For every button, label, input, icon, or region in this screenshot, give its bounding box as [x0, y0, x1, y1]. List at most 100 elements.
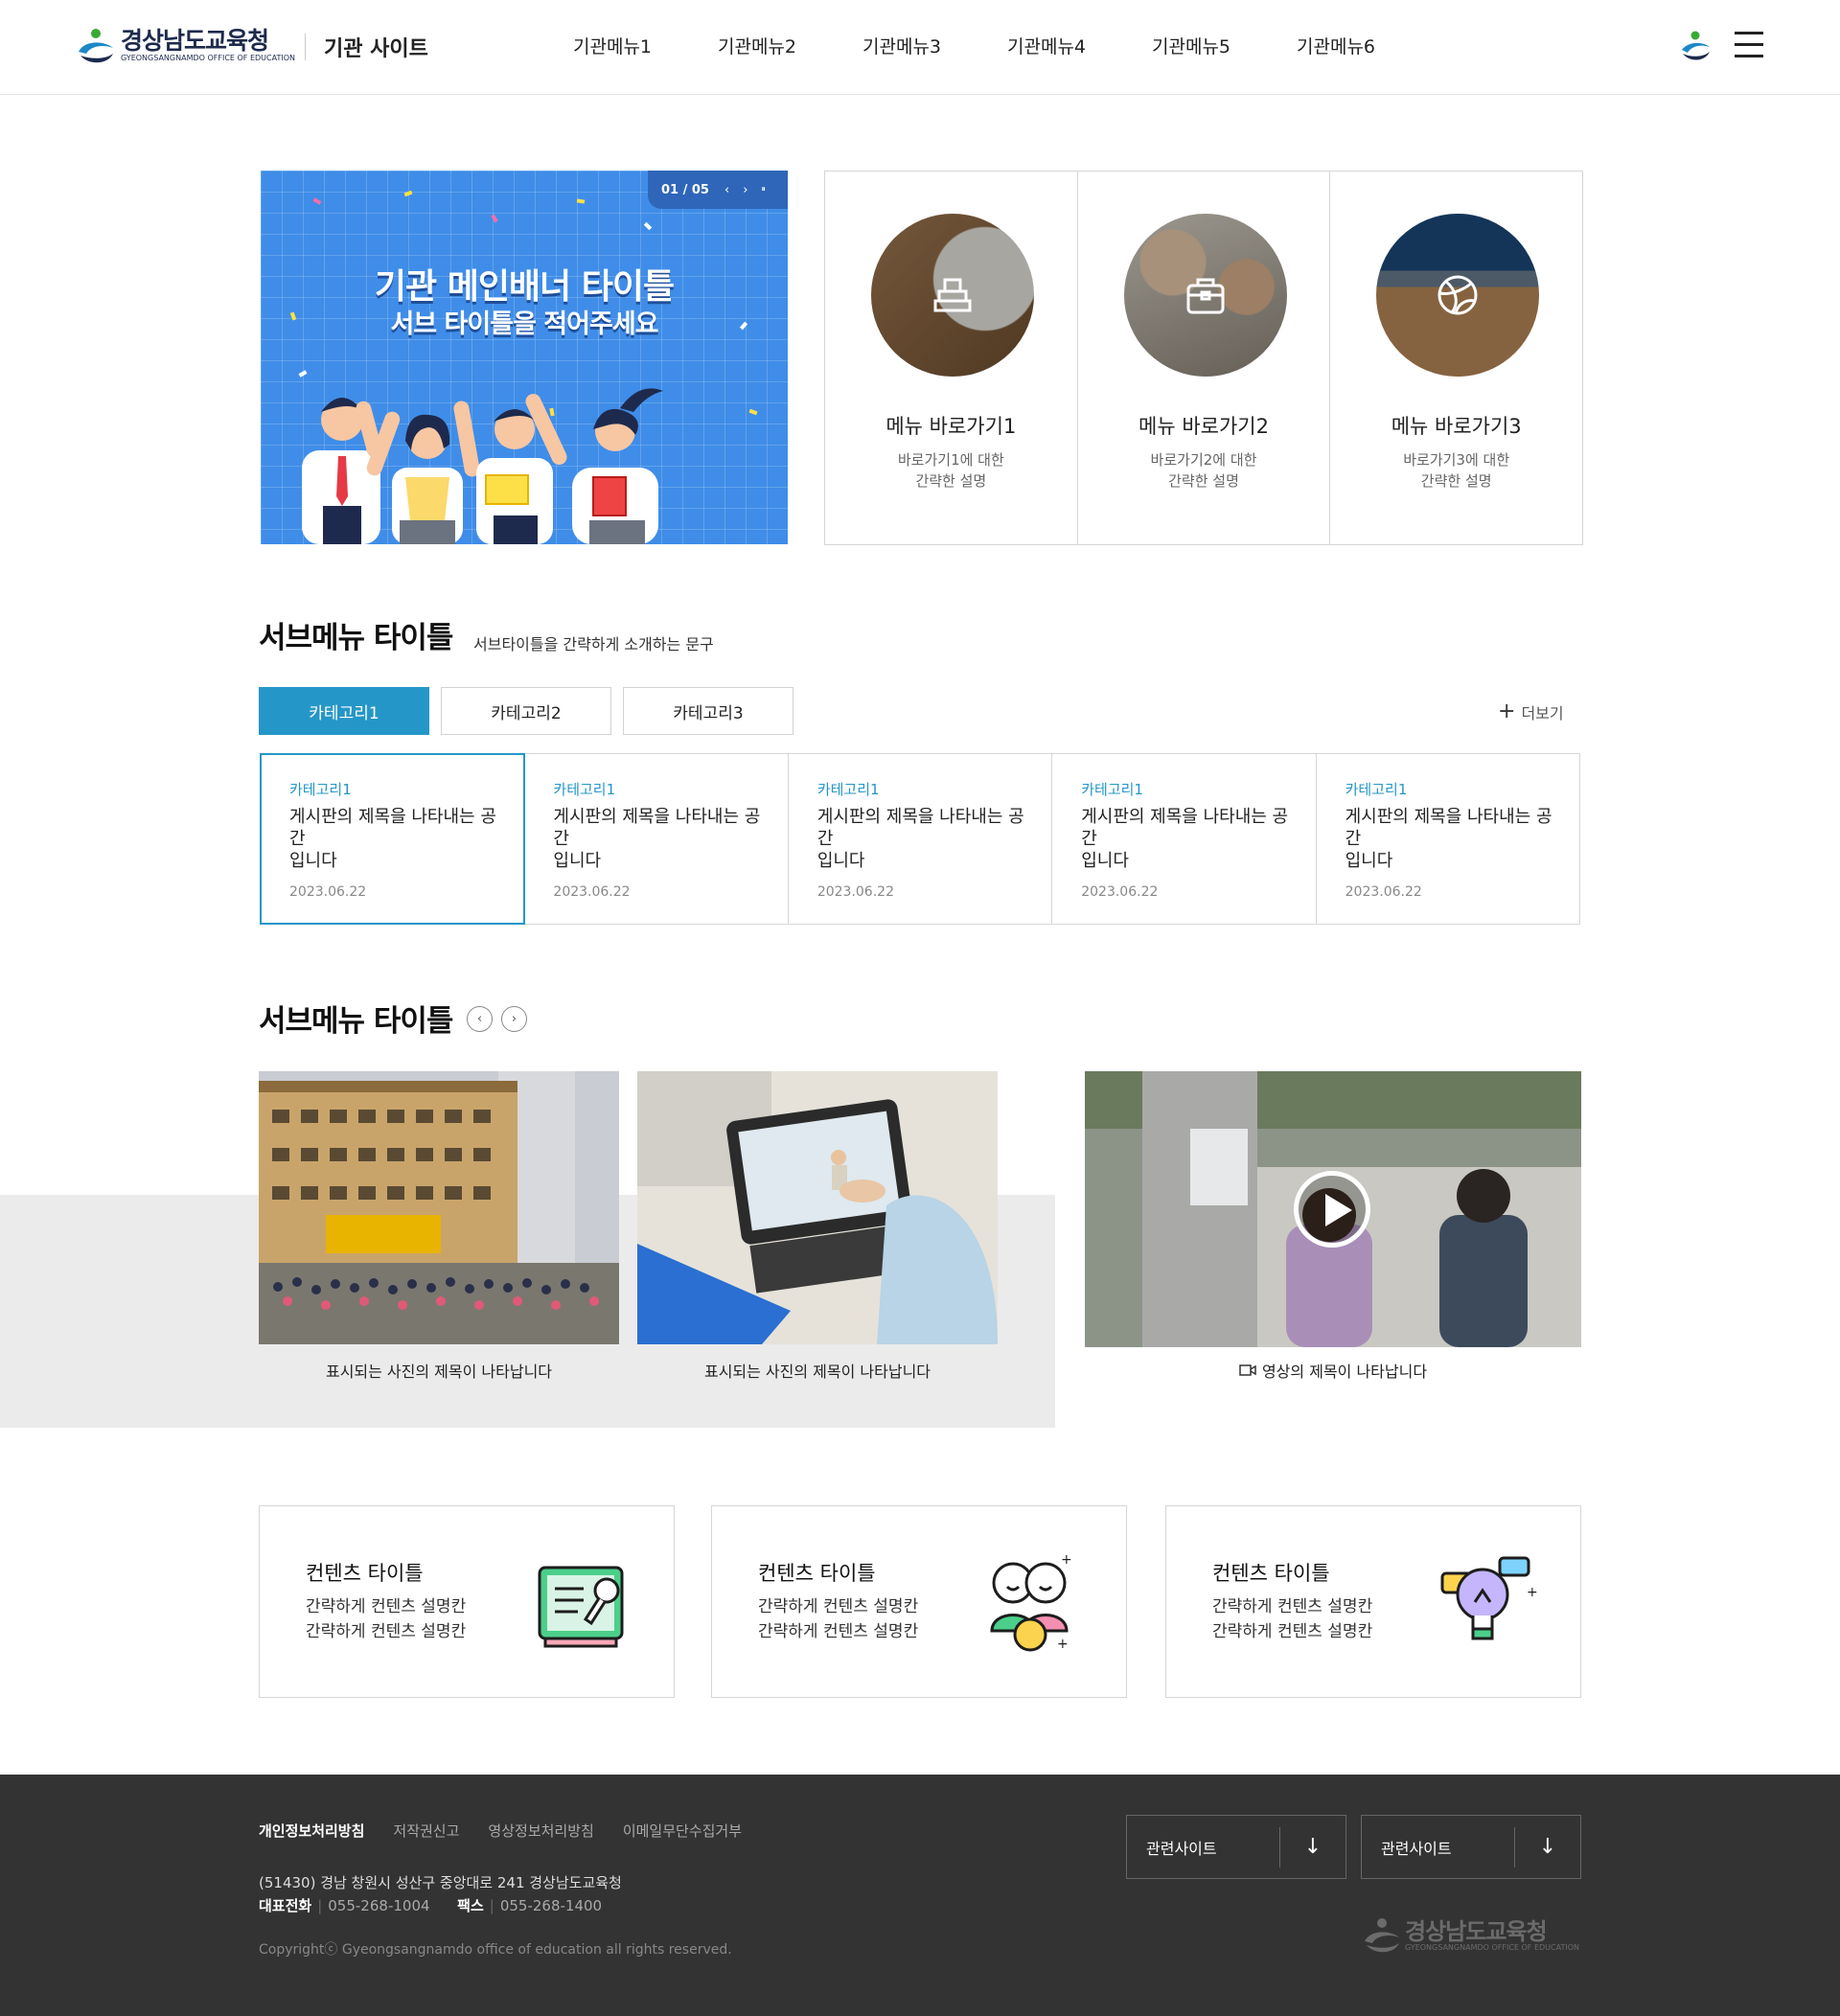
quick-menu-title: 메뉴 바로가기3 [1391, 415, 1522, 438]
lightbulb-icon: + [1440, 1556, 1538, 1640]
content-card-2[interactable]: 컨텐츠 타이틀 간략하게 컨텐츠 설명칸 간략하게 컨텐츠 설명칸 + + [711, 1505, 1127, 1698]
board-post[interactable]: 카테고리1 게시판의 제목을 나타내는 공간 입니다 2023.06.22 [789, 754, 1053, 924]
books-icon [933, 278, 972, 312]
quick-menu-item-1[interactable]: 메뉴 바로가기1 바로가기1에 대한 간략한 설명 [825, 172, 1078, 544]
copyright-report-link[interactable]: 저작권신고 [393, 1821, 459, 1841]
post-title: 게시판의 제목을 나타내는 공간 입니다 [289, 807, 496, 871]
logo-mark-icon [79, 29, 113, 63]
banner-next-icon[interactable]: › [743, 183, 748, 197]
logo[interactable]: 경상남도교육청 GYEONGSANGNAMDO OFFICE OF EDUCAT… [75, 27, 295, 65]
banner-pause-icon[interactable]: ⏸ [761, 185, 766, 195]
post-date: 2023.06.22 [1345, 884, 1422, 900]
footer-logo: 경상남도교육청 GYEONGSANGNAMDO OFFICE OF EDUCAT… [1361, 1916, 1579, 1955]
board-post[interactable]: 카테고리1 게시판의 제목을 나타내는 공간 입니다 2023.06.22 [1052, 754, 1317, 924]
play-icon[interactable] [1294, 1171, 1370, 1248]
post-title: 게시판의 제목을 나타내는 공간 입니다 [1081, 807, 1289, 871]
confetti [491, 214, 498, 223]
related-site-select-1[interactable]: 관련사이트 ↓ [1126, 1815, 1346, 1879]
tablet-learning-image [637, 1071, 998, 1344]
tel-label: 대표전화 [259, 1897, 312, 1914]
post-date: 2023.06.22 [553, 884, 631, 900]
content-card-1[interactable]: 컨텐츠 타이틀 간략하게 컨텐츠 설명칸 간략하게 컨텐츠 설명칸 [259, 1505, 675, 1698]
video-policy-link[interactable]: 영상정보처리방침 [488, 1821, 593, 1841]
site-footer: 개인정보처리방침 저작권신고 영상정보처리방침 이메일무단수집거부 (51430… [0, 1775, 1840, 2016]
main-nav: 기관메뉴1 기관메뉴2 기관메뉴3 기관메뉴4 기관메뉴5 기관메뉴6 [573, 33, 1441, 58]
office-logo-icon[interactable] [1678, 29, 1713, 63]
banner-page-indicator: 01 / 05 [661, 182, 709, 197]
email-refusal-link[interactable]: 이메일무단수집거부 [623, 1821, 742, 1841]
more-label: 더보기 [1521, 703, 1564, 722]
card-desc: 간략하게 컨텐츠 설명칸 간략하게 컨텐츠 설명칸 [306, 1597, 467, 1641]
post-category: 카테고리1 [816, 781, 880, 798]
site-header: 경상남도교육청 GYEONGSANGNAMDO OFFICE OF EDUCAT… [0, 0, 1840, 95]
footer-logo-en: GYEONGSANGNAMDO OFFICE OF EDUCATION [1405, 1942, 1579, 1952]
gallery-photo-1[interactable] [259, 1071, 619, 1344]
gallery-photo-2[interactable] [637, 1071, 998, 1344]
confetti [312, 197, 322, 205]
menu-icon[interactable] [1735, 32, 1763, 57]
site-name[interactable]: 기관 사이트 [324, 32, 428, 62]
content-card-3[interactable]: 컨텐츠 타이틀 간략하게 컨텐츠 설명칸 간략하게 컨텐츠 설명칸 + [1165, 1505, 1581, 1698]
gallery-next-icon[interactable]: › [501, 1006, 527, 1032]
post-date: 2023.06.22 [289, 884, 367, 900]
nav-item-6[interactable]: 기관메뉴6 [1297, 33, 1441, 58]
quick-menu-desc-line1: 바로가기3에 대한 [1403, 451, 1510, 469]
quick-menu-item-2[interactable]: 메뉴 바로가기2 바로가기2에 대한 간략한 설명 [1078, 172, 1331, 544]
photo-caption: 표시되는 사진의 제목이 나타납니다 [325, 1363, 553, 1381]
quick-menu-title: 메뉴 바로가기1 [886, 415, 1017, 438]
footer-contact: 대표전화 | 055-268-1004 팩스 | 055-268-1400 [259, 1897, 603, 1914]
divider [305, 34, 306, 60]
nav-item-3[interactable]: 기관메뉴3 [862, 33, 1007, 58]
banner-controls: 01 / 05 ‹ › ⏸ [648, 171, 788, 209]
nav-item-2[interactable]: 기관메뉴2 [718, 33, 862, 58]
quick-menu-image-2 [1123, 214, 1287, 377]
post-category: 카테고리1 [1081, 781, 1143, 798]
post-title: 게시판의 제목을 나타내는 공간 입니다 [1345, 807, 1552, 871]
tel-number: 055-268-1004 [328, 1897, 430, 1914]
svg-text:+: + [1057, 1637, 1069, 1652]
privacy-policy-link[interactable]: 개인정보처리방침 [259, 1821, 364, 1841]
banner-title: 기관 메인배너 타이틀 [374, 267, 675, 307]
video-camera-icon [1239, 1364, 1256, 1376]
confetti [576, 198, 586, 204]
tab-category-1[interactable]: 카테고리1 [259, 687, 429, 735]
nav-item-4[interactable]: 기관메뉴4 [1007, 33, 1152, 58]
tab-category-2[interactable]: 카테고리2 [441, 687, 611, 735]
banner-prev-icon[interactable]: ‹ [724, 183, 729, 197]
tab-category-3[interactable]: 카테고리3 [623, 687, 794, 735]
card-title: 컨텐츠 타이틀 [758, 1562, 876, 1585]
bag-icon [1186, 278, 1225, 314]
gallery-section-title: 서브메뉴 타이틀 [259, 1004, 453, 1039]
fax-number: 055-268-1400 [499, 1897, 603, 1914]
footer-logo-mark-icon [1365, 1918, 1399, 1953]
card-desc: 간략하게 컨텐츠 설명칸 간략하게 컨텐츠 설명칸 [1212, 1597, 1373, 1641]
post-date: 2023.06.22 [816, 884, 894, 900]
arrow-down-icon: ↓ [1538, 1835, 1557, 1859]
quick-menu: 메뉴 바로가기1 바로가기1에 대한 간략한 설명 메뉴 바로가기2 바로가기2… [824, 171, 1583, 545]
banner-subtitle: 서브 타이틀을 적어주세요 [390, 309, 658, 339]
post-title: 게시판의 제목을 나타내는 공간 입니다 [816, 807, 1024, 871]
students-illustration [302, 388, 663, 544]
board-post[interactable]: 카테고리1 게시판의 제목을 나타내는 공간 입니다 2023.06.22 [524, 754, 789, 924]
gallery-prev-icon[interactable]: ‹ [467, 1006, 493, 1032]
nav-item-1[interactable]: 기관메뉴1 [573, 33, 718, 58]
nav-item-5[interactable]: 기관메뉴5 [1152, 33, 1297, 58]
quick-menu-desc: 바로가기2에 대한 간략한 설명 [1136, 449, 1273, 492]
related-site-select-2[interactable]: 관련사이트 ↓ [1361, 1815, 1581, 1879]
gallery-video[interactable] [1085, 1071, 1581, 1347]
card-desc: 간략하게 컨텐츠 설명칸 간략하게 컨텐츠 설명칸 [758, 1597, 919, 1641]
quick-menu-item-3[interactable]: 메뉴 바로가기3 바로가기3에 대한 간략한 설명 [1330, 172, 1582, 544]
quick-menu-desc-line2: 간략한 설명 [915, 472, 987, 490]
logo-title-ko: 경상남도교육청 [121, 27, 269, 55]
fax-label: 팩스 [457, 1897, 484, 1914]
quick-menu-desc: 바로가기3에 대한 간략한 설명 [1388, 449, 1525, 492]
footer-links: 개인정보처리방침 저작권신고 영상정보처리방침 이메일무단수집거부 [259, 1821, 770, 1841]
plus-icon: + [1498, 699, 1516, 723]
photo-caption: 표시되는 사진의 제목이 나타납니다 [703, 1363, 932, 1381]
board-post[interactable]: 카테고리1 게시판의 제목을 나타내는 공간 입니다 2023.06.22 [259, 753, 526, 925]
main-banner[interactable]: 01 / 05 ‹ › ⏸ 기관 메인배너 타이틀 서브 타이틀을 적어주세요 [261, 171, 788, 544]
more-button[interactable]: + 더보기 [1498, 699, 1564, 723]
board-post[interactable]: 카테고리1 게시판의 제목을 나타내는 공간 입니다 2023.06.22 [1317, 754, 1579, 924]
quick-menu-desc-line2: 간략한 설명 [1420, 472, 1492, 490]
footer-address: (51430) 경남 창원시 성산구 중앙대로 241 경상남도교육청 [259, 1874, 622, 1891]
